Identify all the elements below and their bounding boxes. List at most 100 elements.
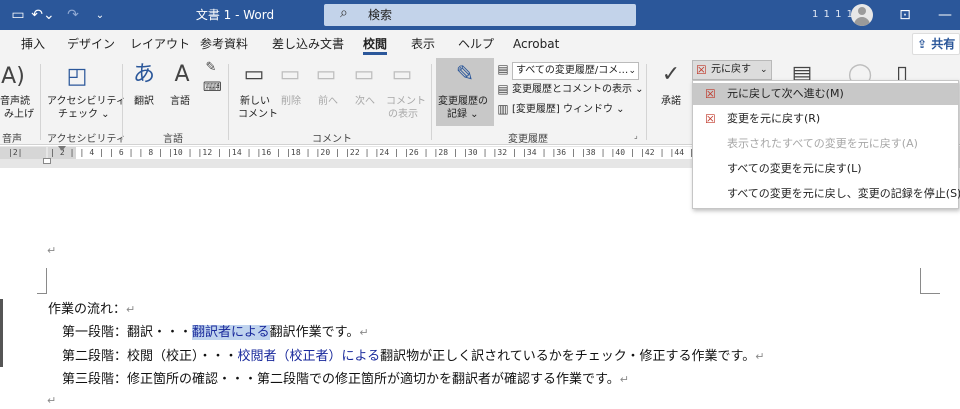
document-title: 文書 1 - Word	[195, 8, 275, 22]
tab-design[interactable]: デザイン	[67, 30, 115, 58]
first-line-indent-marker[interactable]	[58, 146, 66, 151]
tab-mailings[interactable]: 差し込み文書	[272, 30, 344, 58]
new-comment-label-2[interactable]: コメント	[238, 109, 278, 121]
new-comment-label-1[interactable]: 新しい	[240, 96, 270, 108]
reviewing-pane-button[interactable]: [変更履歴] ウィンドウ ⌄	[512, 104, 625, 116]
next-comment-label[interactable]: 次へ	[355, 96, 375, 108]
doc-line-4-text: 第三段階：修正箇所の確認・・・第二段階での修正箇所が適切かを翻訳者が確認する作業…	[62, 372, 620, 387]
dialog-launcher-icon[interactable]: ⌟	[634, 130, 638, 142]
tab-help[interactable]: ヘルプ	[458, 30, 494, 58]
doc-line-2-text-a: 第一段階：翻訳・・・	[62, 325, 193, 340]
ribbon-display-icon[interactable]: ⊡	[894, 0, 916, 30]
save-icon[interactable]: ▭	[6, 0, 30, 30]
tab-acrobat[interactable]: Acrobat	[513, 30, 559, 58]
menu-item-reject-change[interactable]: ☒ 変更を元に戻す(R)	[693, 108, 958, 130]
reject-icon: ☒	[696, 63, 707, 77]
previous-comment-label[interactable]: 前へ	[318, 96, 338, 108]
reject-next-icon: ☒	[705, 87, 716, 101]
language-icon[interactable]: A	[168, 62, 196, 88]
minimize-icon[interactable]: —	[934, 0, 956, 30]
group-comments: コメント	[312, 134, 352, 145]
doc-line-1[interactable]: 作業の流れ：↵	[48, 300, 135, 320]
redo-icon[interactable]: ↷	[60, 0, 86, 30]
paragraph-mark: ↵	[47, 244, 57, 257]
search-icon: ⌕	[340, 5, 348, 21]
show-comments-icon[interactable]: ▭	[388, 62, 416, 88]
read-aloud-label-1[interactable]: 音声読	[0, 96, 30, 108]
accessibility-check-icon[interactable]: ◰	[62, 64, 92, 90]
paragraph-mark: ↵	[755, 350, 765, 363]
language-label[interactable]: 言語	[170, 96, 190, 108]
show-markup-icon: ▤	[497, 82, 509, 96]
change-bar	[0, 299, 3, 367]
tab-references[interactable]: 参考資料	[200, 30, 248, 58]
menu-item-label: 元に戻して次へ進む(M)	[727, 87, 844, 100]
reject-button[interactable]: ☒ 元に戻す ⌄	[692, 60, 772, 80]
tab-view[interactable]: 表示	[411, 30, 435, 58]
show-markup-button[interactable]: 変更履歴とコメントの表示 ⌄	[512, 84, 644, 96]
page-corner-mark	[37, 268, 47, 294]
track-changes-icon: ✎	[455, 62, 475, 87]
track-changes-label-2: 記録 ⌄	[447, 109, 479, 120]
separator	[122, 64, 123, 140]
chevron-down-icon: ⌄	[628, 66, 636, 76]
doc-line-4[interactable]: 第三段階：修正箇所の確認・・・第二段階での修正箇所が適切かを翻訳者が確認する作業…	[62, 370, 629, 390]
accept-icon[interactable]: ✓	[657, 62, 685, 88]
doc-line-2-text-b: 翻訳作業です。	[269, 325, 360, 340]
translate-icon[interactable]: あ	[130, 62, 158, 88]
markup-combo[interactable]: すべての変更履歴/コメ… ⌄	[512, 62, 639, 80]
left-indent-marker[interactable]	[43, 158, 51, 164]
page-corner-mark	[920, 268, 940, 294]
accessibility-label-1[interactable]: アクセシビリティ	[47, 96, 126, 108]
accept-label[interactable]: 承諾	[661, 96, 681, 108]
keyboard-icon[interactable]: ⌨	[203, 80, 222, 96]
menu-item-label: すべての変更を元に戻し、変更の記録を停止(S)	[727, 187, 960, 200]
inserted-text[interactable]: 校閲者（校正者）による	[238, 349, 381, 364]
menu-item-label: 表示されたすべての変更を元に戻す(A)	[727, 137, 918, 150]
tab-layout[interactable]: レイアウト	[130, 30, 190, 58]
menu-item-reject-all-shown[interactable]: 表示されたすべての変更を元に戻す(A)	[693, 133, 958, 155]
new-comment-icon[interactable]: ▭	[240, 62, 268, 88]
notes-icon[interactable]: ✎	[203, 60, 219, 76]
tab-review[interactable]: 校閲	[363, 30, 388, 58]
customize-toolbar-icon[interactable]: ⌄	[90, 0, 110, 30]
undo-icon[interactable]: ↶⌄	[30, 0, 56, 30]
menu-item-reject-all[interactable]: すべての変更を元に戻す(L)	[693, 158, 958, 180]
ruler-gutter: |2|	[0, 147, 46, 159]
doc-line-1-text: 作業の流れ：	[48, 302, 127, 317]
avatar[interactable]	[851, 4, 873, 26]
tab-insert[interactable]: 挿入	[21, 30, 45, 58]
track-changes-label-1: 変更履歴の	[438, 96, 488, 107]
user-name: 1 1 1 1	[812, 9, 854, 20]
separator	[228, 64, 229, 140]
inserted-text[interactable]: 翻訳者による	[192, 325, 270, 340]
title-bar: ▭ ↶⌄ ↷ ⌄ 文書 1 - Word ⌕ 検索 1 1 1 1 ⊡ —	[0, 0, 960, 30]
paragraph-mark: ↵	[126, 303, 136, 316]
share-label: 共有	[931, 37, 956, 51]
share-button[interactable]: ⇪ 共有	[912, 33, 960, 55]
doc-line-3[interactable]: 第二段階：校閲（校正）・・・校閲者（校正者）による翻訳物が正しく訳されているかを…	[62, 347, 764, 367]
menu-item-reject-all-and-stop[interactable]: すべての変更を元に戻し、変更の記録を停止(S)	[693, 183, 960, 205]
group-language: 言語	[163, 134, 183, 145]
show-comments-label-2[interactable]: の表示	[388, 109, 418, 121]
reject-label: 元に戻す	[711, 64, 751, 75]
previous-comment-icon[interactable]: ▭	[312, 62, 340, 88]
search-box[interactable]: ⌕ 検索	[324, 4, 636, 26]
menu-item-reject-and-move-next[interactable]: ☒ 元に戻して次へ進む(M)	[693, 83, 958, 105]
reviewing-pane-icon: ▥	[497, 102, 509, 116]
paragraph-mark: ↵	[359, 326, 369, 339]
read-aloud-icon[interactable]: A)	[0, 64, 26, 90]
group-tracking: 変更履歴	[508, 134, 548, 145]
doc-line-3-text-b: 翻訳物が正しく訳されているかをチェック・修正する作業です。	[380, 349, 756, 364]
separator	[40, 64, 41, 140]
delete-comment-label[interactable]: 削除	[281, 96, 301, 108]
translate-label[interactable]: 翻訳	[134, 96, 154, 108]
read-aloud-label-2[interactable]: み上げ	[4, 109, 34, 121]
doc-line-2[interactable]: 第一段階：翻訳・・・翻訳者による翻訳作業です。↵	[62, 323, 369, 343]
delete-comment-icon[interactable]: ▭	[276, 62, 304, 88]
next-comment-icon[interactable]: ▭	[350, 62, 378, 88]
show-comments-label-1[interactable]: コメント	[386, 96, 426, 108]
separator	[431, 64, 432, 140]
accessibility-label-2[interactable]: チェック ⌄	[58, 109, 110, 121]
ribbon-tabs: 挿入 デザイン レイアウト 参考資料 差し込み文書 校閲 表示 ヘルプ Acro…	[0, 30, 960, 58]
